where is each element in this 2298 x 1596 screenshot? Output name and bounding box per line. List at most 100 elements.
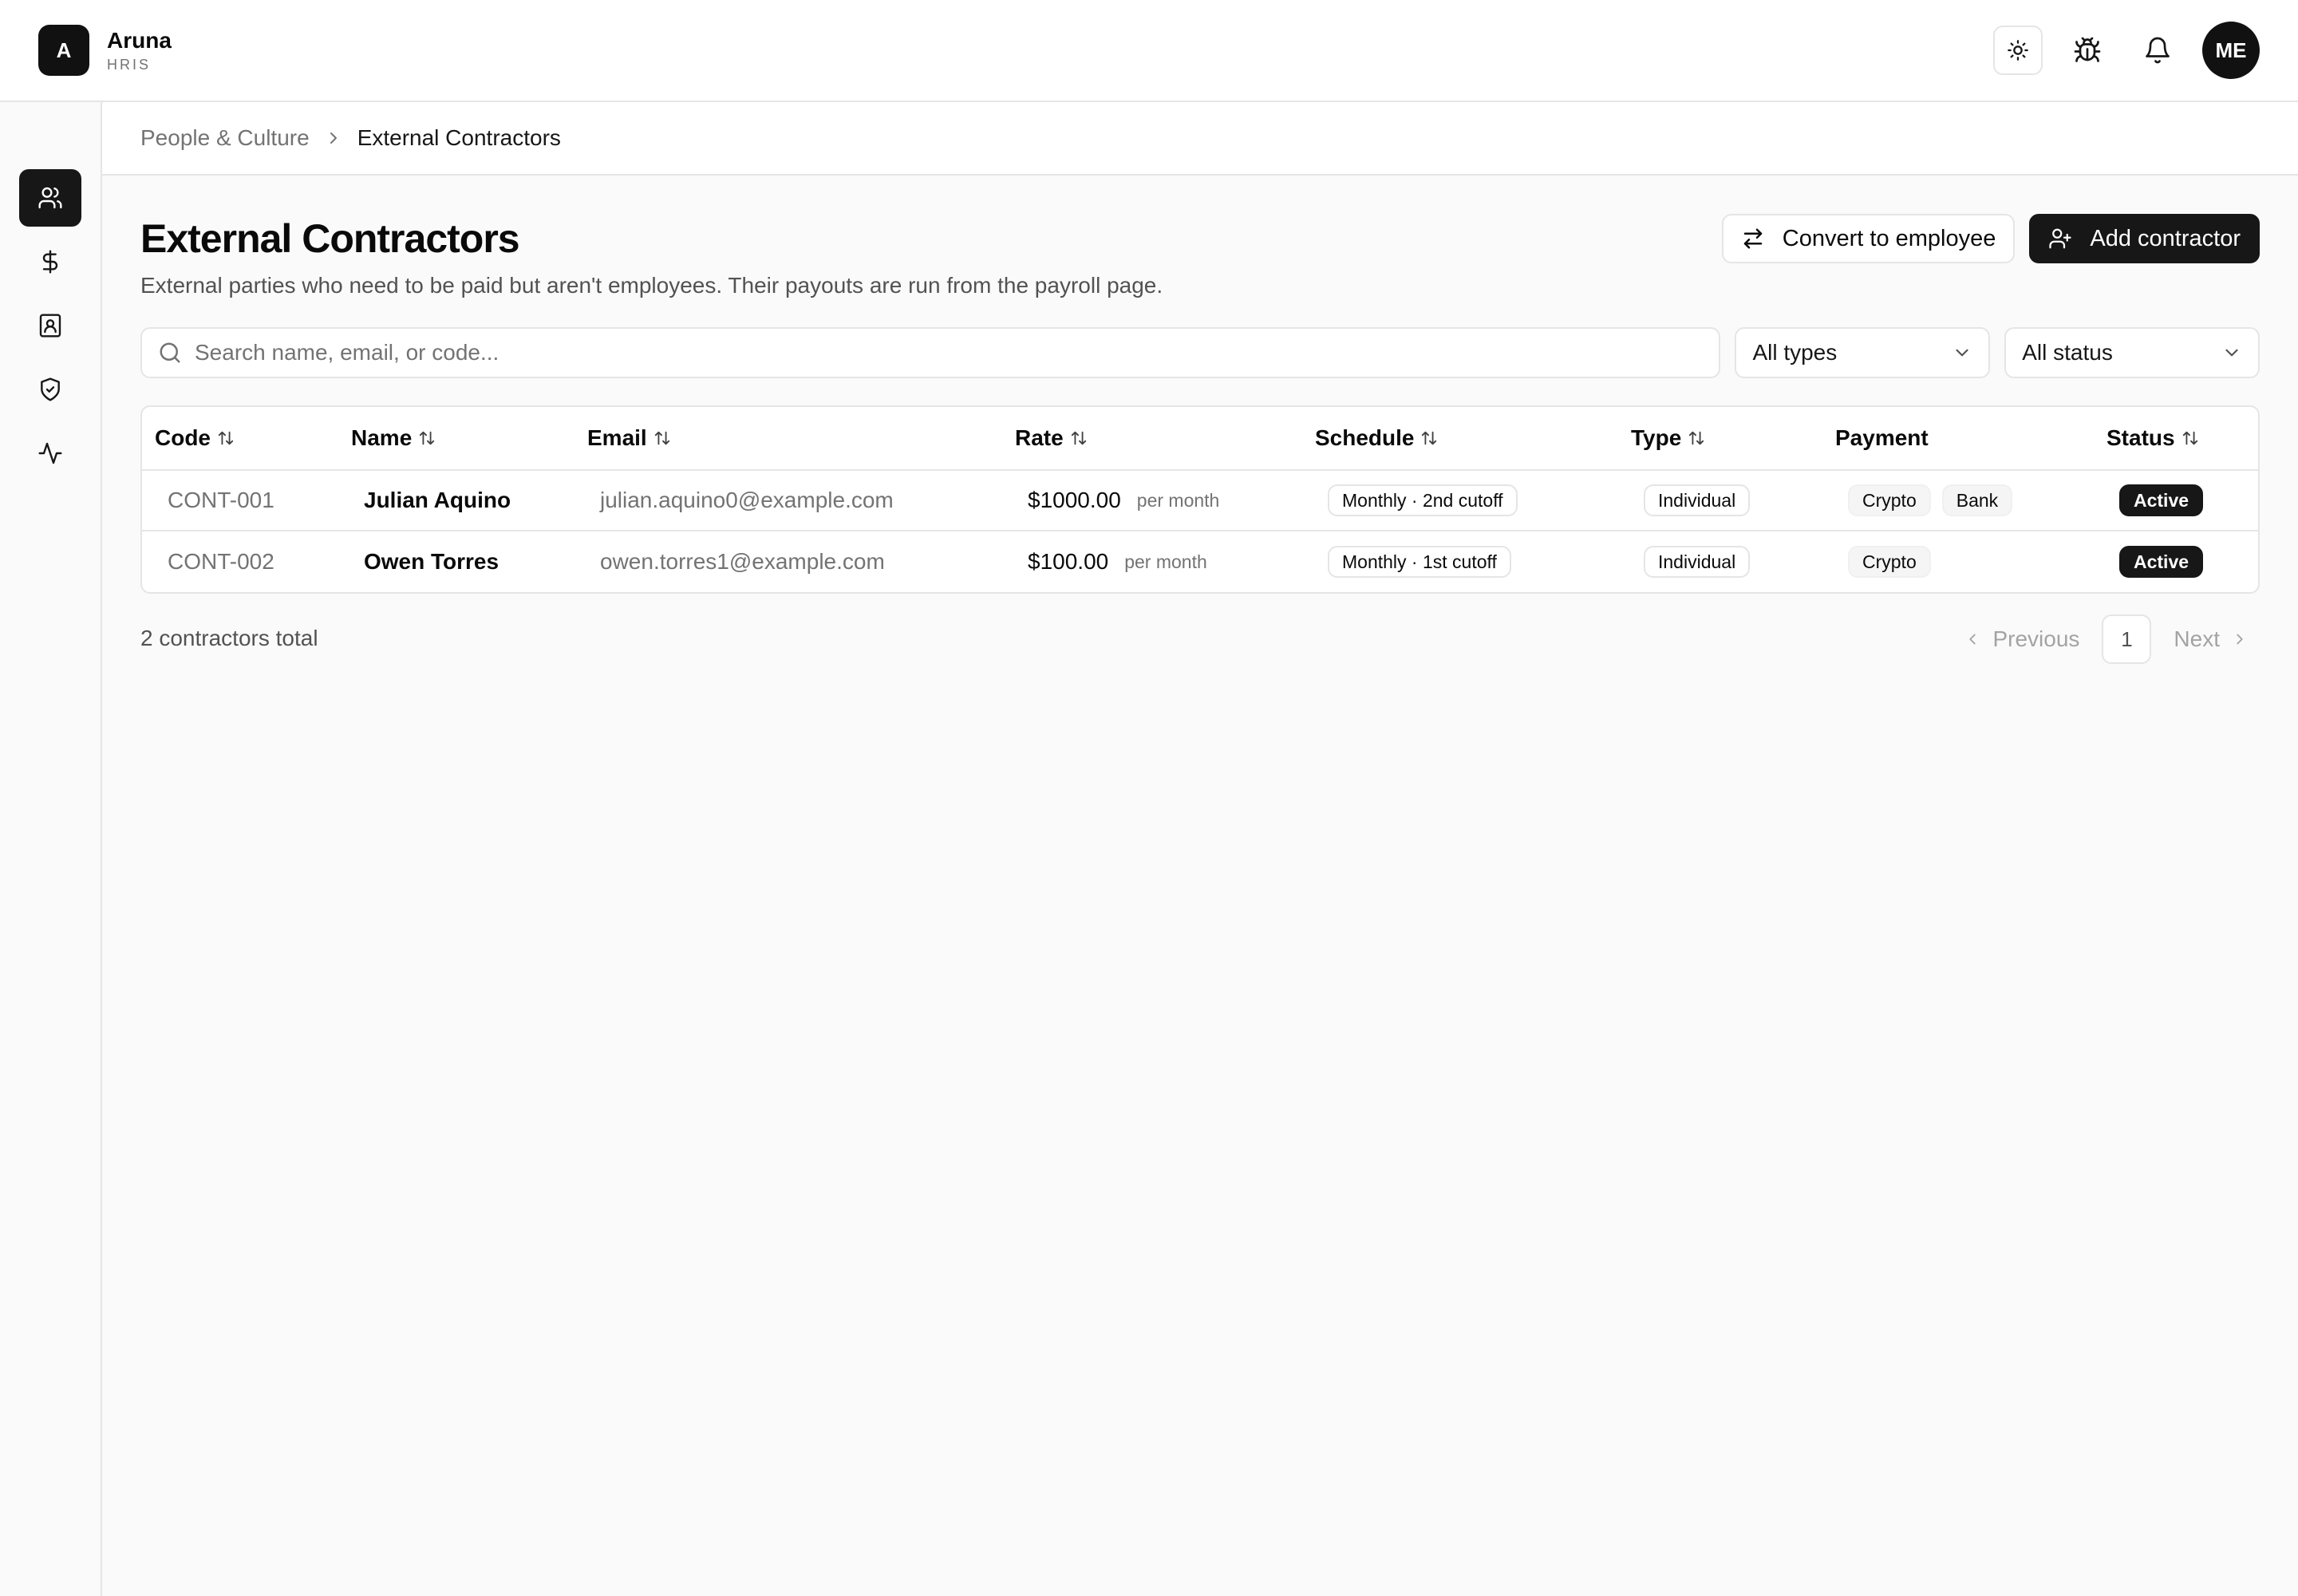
column-header-label: Rate	[1015, 425, 1064, 450]
activity-icon	[38, 440, 63, 466]
previous-label: Previous	[1992, 626, 2080, 651]
sort-icon	[1420, 429, 1438, 447]
sort-icon	[653, 429, 671, 447]
sort-icon	[1688, 429, 1705, 447]
column-header-type[interactable]: Type	[1631, 425, 1705, 451]
table-row[interactable]: CONT-001 Julian Aquino julian.aquino0@ex…	[142, 471, 2258, 531]
bell-icon	[2143, 36, 2172, 65]
column-header-name[interactable]: Name	[351, 425, 436, 451]
sidebar	[0, 102, 102, 1596]
page-number-button[interactable]: 1	[2102, 614, 2152, 664]
sidebar-item-payroll[interactable]	[19, 233, 81, 290]
chevron-down-icon	[2221, 342, 2242, 363]
filter-bar: All types All status	[140, 327, 2260, 378]
top-header: A Aruna HRIS ME	[0, 0, 2298, 102]
column-header-label: Status	[2106, 425, 2175, 450]
column-header-label: Code	[155, 425, 211, 450]
sort-icon	[217, 429, 235, 447]
status-badge: Active	[2119, 484, 2204, 516]
dollar-icon	[38, 249, 63, 275]
page-description: External parties who need to be paid but…	[140, 273, 1163, 298]
cell-name: Julian Aquino	[364, 488, 511, 512]
breadcrumb-current: External Contractors	[357, 125, 561, 150]
column-header-status[interactable]: Status	[2106, 425, 2199, 451]
next-label: Next	[2174, 626, 2220, 651]
pagination: Previous 1 Next	[1953, 614, 2260, 664]
sort-icon	[418, 429, 436, 447]
page-title: External Contractors	[140, 216, 520, 261]
user-avatar[interactable]: ME	[2202, 22, 2260, 79]
breadcrumb: People & Culture External Contractors	[102, 102, 2298, 176]
page-header: External Contractors External parties wh…	[140, 176, 2260, 327]
previous-page-button[interactable]: Previous	[1953, 614, 2091, 664]
type-badge: Individual	[1644, 546, 1751, 578]
page-actions: Convert to employee Add contractor	[1721, 214, 2260, 263]
sidebar-item-people[interactable]	[19, 169, 81, 227]
column-header-label: Email	[587, 425, 647, 450]
cell-name: Owen Torres	[364, 549, 499, 574]
notifications-button[interactable]	[2132, 25, 2183, 76]
cell-payment: Crypto	[1848, 546, 1931, 578]
column-header-label: Name	[351, 425, 413, 450]
column-header-label: Schedule	[1315, 425, 1415, 450]
theme-toggle-button[interactable]	[1993, 26, 2043, 75]
cell-payment: Crypto Bank	[1848, 484, 2013, 516]
add-contractor-button[interactable]: Add contractor	[2029, 214, 2260, 263]
type-filter-value: All types	[1752, 340, 1838, 365]
type-badge: Individual	[1644, 484, 1751, 516]
rate-unit: per month	[1136, 489, 1220, 511]
users-icon	[38, 185, 63, 211]
contact-card-icon	[38, 313, 63, 338]
table-row[interactable]: CONT-002 Owen Torres owen.torres1@exampl…	[142, 531, 2258, 592]
column-header-label: Payment	[1835, 425, 1929, 450]
chevron-down-icon	[1952, 342, 1972, 363]
cell-email: owen.torres1@example.com	[600, 549, 885, 574]
column-header-email[interactable]: Email	[587, 425, 671, 451]
type-filter-select[interactable]: All types	[1735, 327, 1991, 378]
sun-icon	[2007, 39, 2029, 61]
total-count: 2 contractors total	[140, 626, 318, 650]
bug-report-button[interactable]	[2062, 25, 2113, 76]
cell-rate: $1000.00 per month	[1028, 488, 1219, 513]
schedule-badge: Monthly · 2nd cutoff	[1328, 484, 1518, 516]
cell-code: CONT-002	[168, 549, 274, 574]
shield-check-icon	[38, 377, 63, 402]
sidebar-item-compliance[interactable]	[19, 361, 81, 418]
column-header-rate[interactable]: Rate	[1015, 425, 1088, 451]
brand[interactable]: A Aruna HRIS	[38, 25, 172, 76]
brand-text: Aruna HRIS	[107, 28, 172, 73]
sort-icon	[1070, 429, 1088, 447]
payment-badge: Crypto	[1848, 546, 1931, 578]
cell-code: CONT-001	[168, 488, 274, 512]
cell-status: Active	[2119, 546, 2204, 578]
user-plus-icon	[2048, 227, 2072, 251]
contractors-table: Code Name Email Rate Schedule Type Payme…	[140, 405, 2260, 594]
cell-rate: $100.00 per month	[1028, 549, 1207, 575]
breadcrumb-parent[interactable]: People & Culture	[140, 125, 310, 151]
convert-to-employee-label: Convert to employee	[1782, 225, 1996, 251]
status-badge: Active	[2119, 546, 2204, 578]
status-filter-value: All status	[2022, 340, 2113, 365]
column-header-label: Type	[1631, 425, 1682, 450]
status-filter-select[interactable]: All status	[2004, 327, 2260, 378]
sidebar-item-activity[interactable]	[19, 425, 81, 482]
cell-schedule: Monthly · 1st cutoff	[1328, 546, 1511, 578]
column-header-code[interactable]: Code	[155, 425, 235, 451]
search-box	[140, 327, 1721, 378]
search-input[interactable]	[195, 340, 1631, 365]
cell-status: Active	[2119, 484, 2204, 516]
next-page-button[interactable]: Next	[2162, 614, 2260, 664]
sidebar-item-directory[interactable]	[19, 297, 81, 354]
sort-icon	[2182, 429, 2199, 447]
brand-name: Aruna	[107, 27, 172, 53]
table-footer: 2 contractors total Previous 1 Next	[140, 594, 2260, 689]
swap-arrows-icon	[1741, 227, 1765, 251]
brand-subtitle: HRIS	[107, 56, 152, 73]
cell-type: Individual	[1644, 484, 1751, 516]
column-header-schedule[interactable]: Schedule	[1315, 425, 1438, 451]
cell-email: julian.aquino0@example.com	[600, 488, 894, 512]
search-icon	[158, 341, 182, 365]
convert-to-employee-button[interactable]: Convert to employee	[1721, 214, 2016, 263]
payment-badge: Crypto	[1848, 484, 1931, 516]
main-content: External Contractors External parties wh…	[140, 176, 2260, 689]
